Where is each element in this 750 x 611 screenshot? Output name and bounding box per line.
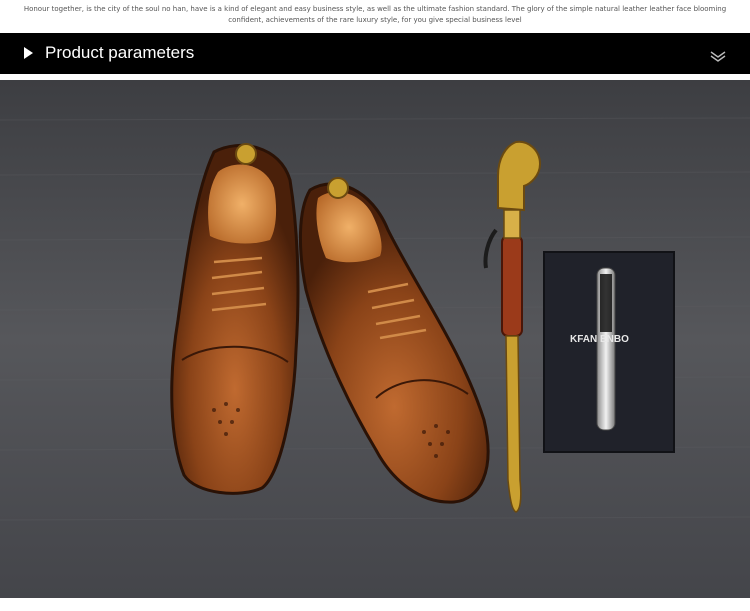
svg-text:KFAN ENBO: KFAN ENBO [570,334,629,345]
section-title: Product parameters [45,43,195,62]
double-chevron-down-icon[interactable] [709,49,727,63]
play-triangle-icon [24,47,33,59]
product-photo: KFAN ENBO [0,80,750,598]
pen-box: KFAN ENBO [543,251,675,453]
section-header: Product parameters [0,33,750,74]
intro-paragraph: Honour together, is the city of the soul… [23,5,727,24]
